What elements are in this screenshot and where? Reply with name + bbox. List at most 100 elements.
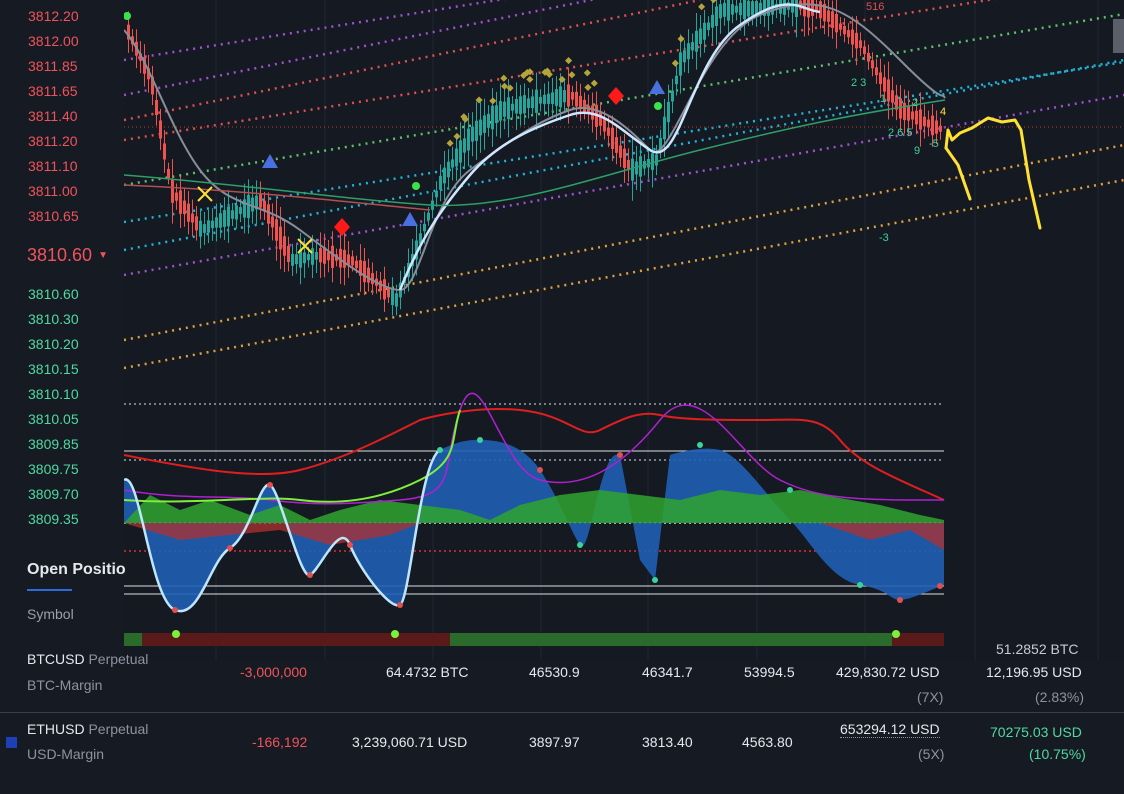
mark-price: 3813.40 [642,734,693,750]
contract-type: Perpetual [88,721,149,737]
unrealized-pnl: 12,196.95 USD [986,664,1082,680]
candle-body [819,1,822,19]
osc-dot [267,482,273,488]
trend-bar-segment [124,633,142,646]
candle-body [891,90,894,103]
candle-body [163,143,166,160]
candle-body [447,161,450,178]
chart-annotation-label: -3 [879,232,889,244]
candle-body [743,0,746,20]
candle-body [899,98,902,119]
candle-body [859,40,862,48]
candle-body [703,22,706,40]
candle-body [327,252,330,261]
unrealized-pnl: 70275.03 USD [990,724,1082,740]
chart-annotation-label: 9 [914,145,920,157]
position-symbol: ETHUSD Perpetual [27,721,148,737]
candle-body [855,32,858,49]
symbol-name: ETHUSD [27,721,85,737]
candle-body [199,220,202,237]
candle-body [863,46,866,54]
candle-body [875,67,878,76]
candle-body [191,213,194,223]
candle-body [563,90,566,103]
candle-body [187,203,190,222]
candle-body [471,126,474,142]
row-divider [0,712,1124,713]
margin-amount: 429,830.72 USD [836,664,940,680]
candle-body [159,120,162,139]
candle-body [795,0,798,18]
candle-body [175,192,178,201]
candle-body [383,279,386,300]
chart-annotation-label: 2 3 [851,77,866,89]
candle-body [699,28,702,44]
candle-body [679,52,682,76]
candle-body [915,110,918,125]
candle-body [747,0,750,17]
price-tick: 3812.20 [28,8,79,24]
osc-dot [437,447,443,453]
candle-body [603,118,606,132]
position-size: -3,000,000 [240,664,307,680]
price-tick: 3810.30 [28,311,79,327]
candle-body [503,101,506,117]
osc-dot [652,577,658,583]
price-tick: 3811.65 [28,83,78,99]
candle-body [355,260,358,269]
candle-body [583,99,586,112]
candle-body [883,77,886,92]
candle-body [367,267,370,283]
chart-annotation-label: 4 [940,106,946,118]
candle-body [723,2,726,17]
price-tick: 3810.15 [28,361,79,377]
unrealized-pnl-btc: 51.2852 BTC [996,641,1079,657]
margin-amount: 653294.12 USD [840,721,940,738]
caret-down-icon: ▼ [98,250,108,261]
candle-body [231,210,234,219]
open-positions-tab[interactable]: Open Positio [27,561,126,579]
candle-body [735,5,738,13]
price-tick: 3810.65 [28,208,79,224]
candle-body [575,91,578,107]
current-price-label: 3810.60 ▼ [27,245,108,266]
candle-body [623,148,626,168]
candle-body [631,158,634,181]
candle-body [251,197,254,212]
candle-body [939,125,942,132]
candle-body [711,14,714,28]
scroll-handle[interactable] [1113,19,1124,53]
price-tick: 3812.00 [28,33,79,49]
candle-body [303,252,306,264]
candle-body [455,148,458,167]
margin-type: USD-Margin [27,746,105,762]
candle-body [491,105,494,130]
price-tick: 3811.00 [28,183,78,199]
chart-annotation-label: 1 [880,93,886,105]
candle-body [487,113,490,128]
candle-body [663,116,666,140]
candle-body [707,22,710,31]
candle-body [695,30,698,52]
tab-active-indicator [27,589,72,591]
candle-body [235,205,238,220]
price-chart[interactable]: 516 2 3 1 2 9 4 2 6 5 -5 -3 [0,0,1124,660]
candle-body [363,260,366,283]
candle-body [479,119,482,136]
osc-dot [617,452,623,458]
price-tick: 3810.60 [28,286,79,302]
price-tick: 3809.75 [28,461,79,477]
candle-body [519,96,522,115]
candle-body [927,119,930,128]
candle-body [739,2,742,16]
osc-dot [227,545,233,551]
trend-bar-segment [450,633,892,646]
candle-body [343,249,346,268]
candle-body [835,13,838,33]
candle-body [531,96,534,109]
candle-body [511,103,514,111]
candle-body [423,223,426,232]
candle-body [751,1,754,16]
candle-body [183,200,186,215]
candle-body [287,246,290,262]
